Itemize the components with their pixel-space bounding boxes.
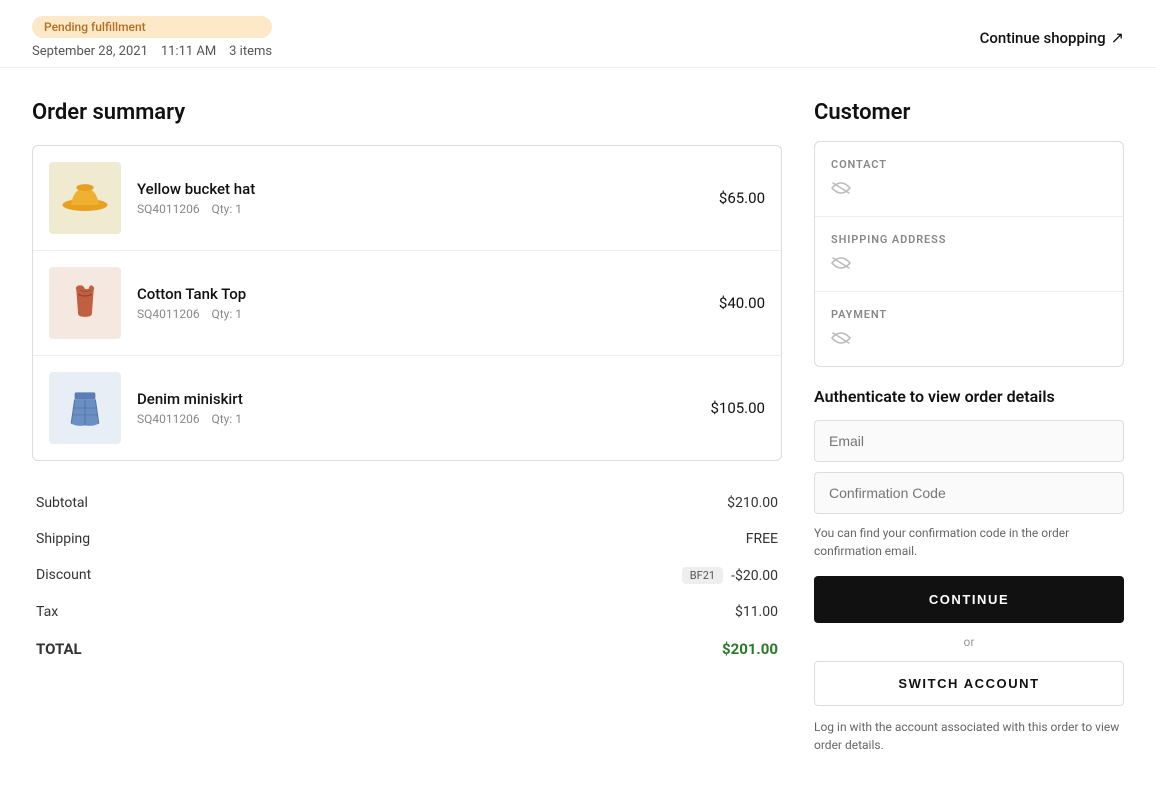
pending-badge: Pending fulfillment [32,16,272,38]
eye-slash-icon [831,329,851,350]
total-value: $201.00 [722,640,778,658]
order-item: Yellow bucket hat SQ4011206 Qty: 1 $65.0… [33,146,781,251]
item-name: Yellow bucket hat [137,180,703,198]
item-meta: SQ4011206 Qty: 1 [137,307,703,321]
discount-value: -$20.00 [731,568,778,584]
eye-slash-icon [831,179,851,200]
shipping-row: Shipping FREE [36,521,778,557]
item-info: Yellow bucket hat SQ4011206 Qty: 1 [137,180,703,216]
item-price: $65.00 [719,189,765,207]
order-meta: September 28, 2021 11:11 AM 3 items [32,44,272,59]
subtotal-row: Subtotal $210.00 [36,485,778,521]
order-item: Cotton Tank Top SQ4011206 Qty: 1 $40.00 [33,251,781,356]
shipping-label: SHIPPING ADDRESS [831,233,1107,246]
contact-label: CONTACT [831,158,1107,171]
item-meta: SQ4011206 Qty: 1 [137,412,694,426]
subtotal-label: Subtotal [36,495,88,511]
item-info: Denim miniskirt SQ4011206 Qty: 1 [137,390,694,426]
total-row: TOTAL $201.00 [36,630,778,668]
or-divider: or [814,635,1124,649]
item-name: Cotton Tank Top [137,285,703,303]
confirmation-code-input[interactable] [814,472,1124,514]
tax-label: Tax [36,604,58,620]
order-time: 11:11 AM [161,44,216,59]
discount-code: BF21 [682,567,723,584]
shipping-label: Shipping [36,531,90,547]
discount-row: Discount BF21 -$20.00 [36,557,778,594]
shipping-section: SHIPPING ADDRESS [815,217,1123,292]
item-meta: SQ4011206 Qty: 1 [137,202,703,216]
customer-box: CONTACT SHIPPING ADDRESS [814,141,1124,367]
order-item: Denim miniskirt SQ4011206 Qty: 1 $105.00 [33,356,781,460]
eye-slash-icon [831,254,851,275]
customer-title: Customer [814,100,1124,125]
auth-section: Authenticate to view order details You c… [814,387,1124,754]
item-price: $40.00 [719,294,765,312]
continue-button[interactable]: CONTINUE [814,576,1124,623]
tax-value: $11.00 [735,604,778,620]
item-image-bag [49,267,121,339]
switch-hint: Log in with the account associated with … [814,718,1124,754]
order-items-box: Yellow bucket hat SQ4011206 Qty: 1 $65.0… [32,145,782,461]
item-info: Cotton Tank Top SQ4011206 Qty: 1 [137,285,703,321]
external-link-icon: ↗ [1111,28,1124,47]
item-image-skirt [49,372,121,444]
email-input[interactable] [814,420,1124,462]
tax-row: Tax $11.00 [36,594,778,630]
order-summary-title: Order summary [32,100,782,125]
order-date: September 28, 2021 [32,44,148,59]
item-name: Denim miniskirt [137,390,694,408]
discount-right: BF21 -$20.00 [682,567,778,584]
item-image-hat [49,162,121,234]
payment-label: PAYMENT [831,308,1107,321]
shipping-value: FREE [746,531,778,547]
switch-account-button[interactable]: SWITCH ACCOUNT [814,661,1124,706]
item-price: $105.00 [710,399,765,417]
total-label: TOTAL [36,640,82,658]
subtotal-value: $210.00 [727,495,778,511]
order-totals: Subtotal $210.00 Shipping FREE Discount … [32,485,782,668]
order-items-count: 3 items [229,44,272,59]
discount-label: Discount [36,567,91,584]
continue-shopping-link[interactable]: Continue shopping ↗ [980,28,1124,47]
payment-section: PAYMENT [815,292,1123,366]
auth-hint: You can find your confirmation code in t… [814,524,1124,560]
auth-title: Authenticate to view order details [814,387,1124,406]
contact-section: CONTACT [815,142,1123,217]
